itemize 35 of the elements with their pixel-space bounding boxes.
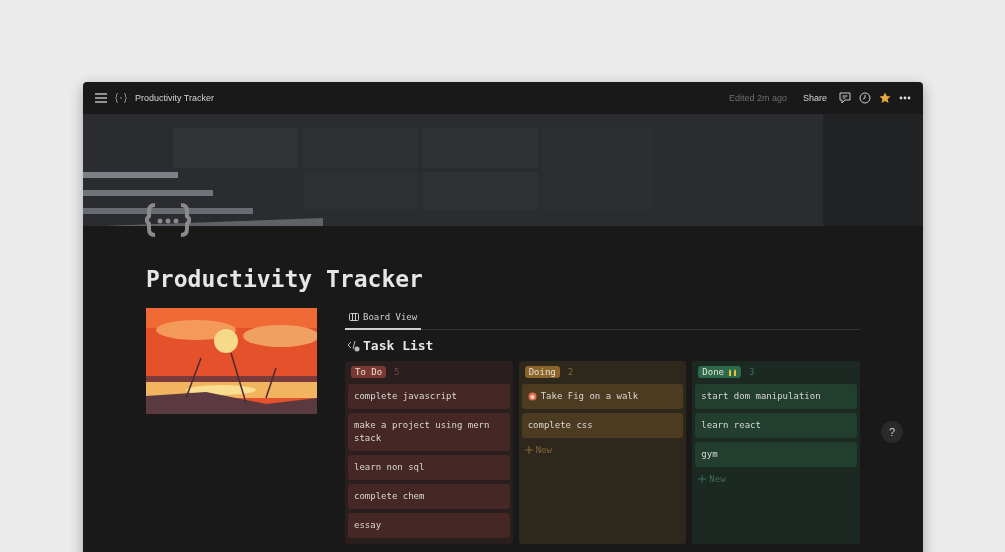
comment-icon[interactable] (839, 92, 851, 104)
view-tab[interactable]: Board View (345, 308, 422, 330)
task-card[interactable]: Take Fig on a walk (521, 384, 684, 409)
task-card[interactable]: essay (348, 513, 510, 538)
column-count: 3 (749, 367, 755, 377)
star-icon[interactable] (879, 92, 891, 104)
edited-time: Edited 2m ago (728, 93, 787, 103)
help-button[interactable]: ? (881, 421, 903, 443)
task-card[interactable]: make a project using mern stack (348, 413, 510, 451)
task-card[interactable]: gym (695, 442, 857, 467)
task-card[interactable]: learn non sql (348, 455, 510, 480)
task-card[interactable]: learn react (695, 413, 857, 438)
column-count: 5 (394, 367, 400, 377)
share-button[interactable]: Share (802, 93, 827, 103)
clock-icon[interactable] (859, 92, 871, 104)
plus-icon (524, 446, 533, 454)
breadcrumb-title[interactable]: Productivity Tracker (135, 93, 215, 103)
board-icon (349, 313, 359, 321)
task-card[interactable]: start dom manipulation (695, 384, 857, 409)
column-tag: Done (698, 366, 742, 378)
face-icon (527, 392, 537, 401)
menu-icon[interactable] (95, 93, 107, 103)
column-count: 2 (567, 367, 574, 377)
column-tag: Doing (524, 366, 560, 378)
column-tag: To Do (351, 366, 387, 378)
braces-icon[interactable] (145, 202, 191, 238)
board-heading: Task List (363, 338, 434, 353)
page-title: Productivity Tracker (146, 266, 424, 292)
braces-icon (115, 93, 127, 103)
plus-icon (698, 475, 707, 483)
more-icon[interactable] (899, 96, 911, 100)
task-card[interactable]: complete chem (348, 484, 510, 509)
code-icon (347, 339, 361, 352)
task-card[interactable]: complete css (521, 413, 684, 438)
task-card[interactable]: complete javascript (348, 384, 510, 409)
